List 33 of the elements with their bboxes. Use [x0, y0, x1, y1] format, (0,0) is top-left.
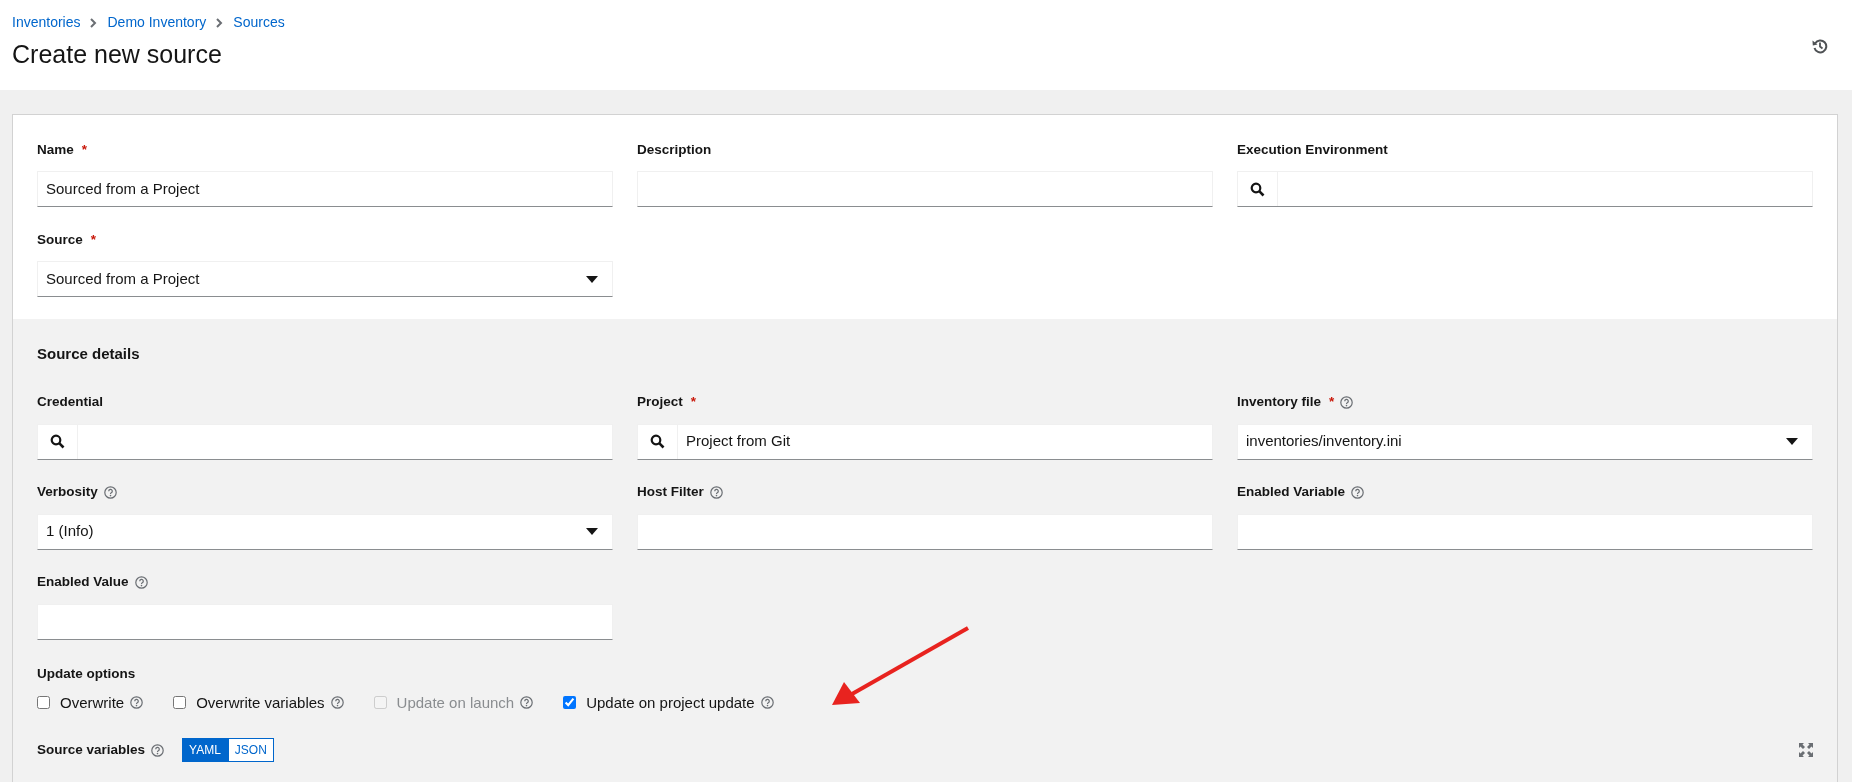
toggle-button[interactable]: YAML	[182, 738, 228, 762]
page-title: Create new source	[12, 39, 223, 69]
toggle-button[interactable]: JSON	[227, 738, 274, 762]
field-label: Description	[637, 140, 712, 159]
field-label: Source	[37, 230, 83, 249]
breadcrumb-link[interactable]: Sources	[233, 12, 285, 33]
required-asterisk: *	[690, 393, 697, 412]
field-label: Execution Environment	[1237, 140, 1388, 159]
field-label: Enabled Value	[37, 573, 129, 592]
required-asterisk: *	[1329, 393, 1335, 412]
required-asterisk: *	[90, 230, 97, 249]
required-asterisk: *	[81, 140, 88, 159]
checkbox-label: Update on project update	[586, 692, 755, 713]
field-label: Name	[37, 140, 74, 159]
breadcrumb-link[interactable]: Demo Inventory	[107, 12, 207, 33]
field-label: Inventory file	[1237, 393, 1322, 412]
lookup-field[interactable]: Project from Git	[637, 423, 1213, 460]
text-field[interactable]: Sourced from a Project	[37, 171, 613, 207]
field-label: Credential	[37, 393, 104, 412]
field-label: Source variables	[37, 740, 146, 759]
checkbox-label: Update on launch	[396, 692, 515, 713]
field-label: Verbosity	[37, 483, 98, 502]
select-field[interactable]: inventories/inventory.ini	[1237, 423, 1813, 460]
section-heading: Source details	[37, 344, 141, 364]
field-label: Enabled Variable	[1237, 483, 1346, 502]
checkbox-label: Overwrite	[60, 692, 125, 713]
select-field[interactable]: 1 (Info)	[37, 513, 613, 550]
field-label: Host Filter	[637, 483, 704, 502]
breadcrumb-link[interactable]: Inventories	[12, 12, 81, 33]
field-label: Update options	[37, 665, 137, 684]
checkbox-label: Overwrite variables	[196, 692, 325, 713]
select-field[interactable]: Sourced from a Project	[37, 261, 613, 297]
field-label: Project	[637, 393, 683, 412]
